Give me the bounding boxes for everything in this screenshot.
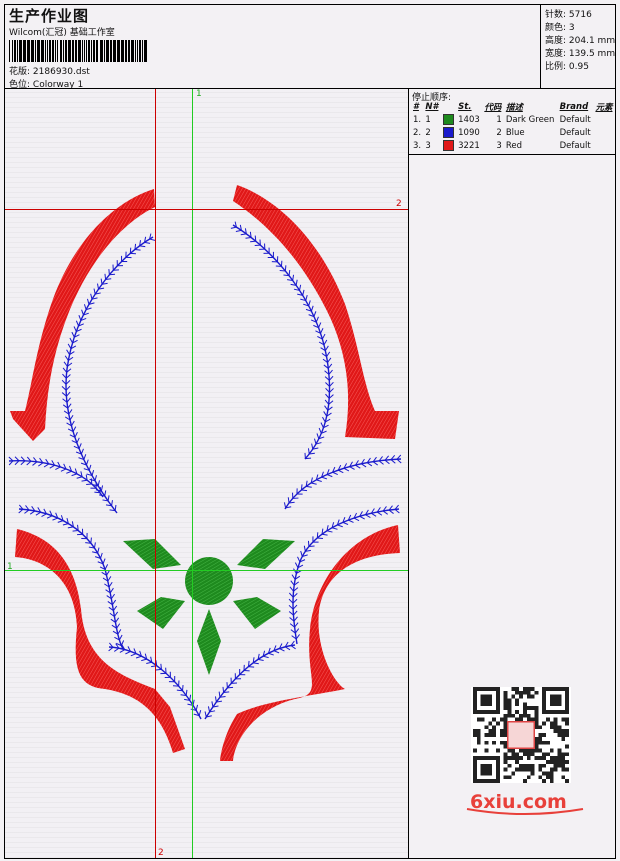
- barcode-icon: [9, 40, 147, 62]
- stat-height: 高度: 204.1 mm: [545, 33, 615, 46]
- row-brand: Default: [559, 114, 591, 125]
- embroidery-design: [8, 185, 402, 761]
- green-flower: [123, 539, 295, 675]
- guide-line-horizontal-red: [5, 209, 408, 210]
- row-code: 1: [496, 114, 502, 125]
- stop-sequence-table: # N# St. 代码 描述 Brand 元素 1. 1 1403 1 Dark…: [411, 101, 615, 152]
- header-panel: 生产作业图 Wilcom(汇冠) 基础工作室 花版: 2186930.dst 色…: [4, 4, 541, 90]
- row-stitches: 1403: [458, 114, 480, 125]
- stat-width-label: 宽度:: [545, 49, 567, 59]
- stat-colors-value: 3: [568, 23, 575, 33]
- green-swatch: [442, 114, 454, 125]
- stat-stitches-value: 5716: [568, 10, 592, 20]
- color-swatch: [441, 126, 456, 139]
- watermark-swoosh-icon: [466, 808, 584, 815]
- stats-panel: 针数: 5716 颜色: 3 高度: 204.1 mm 宽度: 139.5 mm…: [540, 4, 616, 89]
- col-stitches: St.: [458, 102, 472, 112]
- page-title: 生产作业图: [9, 7, 90, 25]
- design-file-row: 花版: 2186930.dst: [9, 64, 90, 77]
- red-swatch: [442, 140, 454, 151]
- row-stitches: 3221: [458, 140, 480, 151]
- blue-swatch: [442, 127, 454, 138]
- design-file-value: 2186930.dst: [32, 67, 90, 77]
- row-brand: Default: [559, 140, 591, 151]
- row-index: 1.: [413, 114, 422, 125]
- table-row: 1. 1 1403 1 Dark Green Default: [411, 113, 615, 126]
- qr-code-icon: [471, 687, 571, 783]
- col-number: N#: [425, 102, 439, 112]
- row-description: Blue: [505, 127, 525, 138]
- guide-label-red-bottom: 2: [158, 848, 164, 858]
- stat-scale: 比例: 0.95: [545, 59, 589, 72]
- row-code: 2: [496, 127, 502, 138]
- color-swatch: [441, 113, 456, 126]
- row-element: [593, 126, 615, 139]
- design-file-label: 花版:: [9, 67, 31, 77]
- guide-label-red-right: 2: [396, 199, 402, 209]
- stat-stitches-label: 针数:: [545, 10, 567, 20]
- guide-label-green-left: 1: [7, 562, 13, 572]
- row-element: [593, 113, 615, 126]
- col-element: 元素: [595, 103, 613, 113]
- stat-colors: 颜色: 3: [545, 20, 575, 33]
- guide-line-vertical-green: [192, 89, 193, 858]
- red-arch-left: [10, 189, 155, 441]
- row-number: 1: [425, 114, 431, 125]
- row-element: [593, 139, 615, 152]
- stat-height-label: 高度:: [545, 36, 567, 46]
- row-code: 3: [496, 140, 502, 151]
- row-index: 2.: [413, 127, 422, 138]
- row-index: 3.: [413, 140, 422, 151]
- color-swatch: [441, 139, 456, 152]
- stat-width: 宽度: 139.5 mm: [545, 46, 615, 59]
- stat-stitches: 针数: 5716: [545, 7, 592, 20]
- col-description: 描述: [505, 103, 523, 113]
- guide-label-green-top: 1: [196, 89, 202, 99]
- table-row: 3. 3 3221 3 Red Default: [411, 139, 615, 152]
- row-description: Dark Green: [505, 114, 555, 125]
- stat-scale-label: 比例:: [545, 62, 567, 72]
- stat-scale-value: 0.95: [568, 62, 589, 72]
- stop-sequence-panel: 停止顺序: # N# St. 代码 描述 Brand 元素 1. 1 1403 …: [408, 88, 616, 859]
- col-brand: Brand: [559, 102, 589, 112]
- design-canvas: 1 1 2 2: [4, 88, 409, 859]
- stat-width-value: 139.5 mm: [568, 49, 616, 59]
- col-swatch: [441, 101, 456, 113]
- software-subtitle: Wilcom(汇冠) 基础工作室: [9, 28, 115, 38]
- guide-line-vertical-red: [155, 89, 156, 858]
- col-index: #: [413, 102, 419, 112]
- row-description: Red: [505, 140, 522, 151]
- stat-colors-label: 颜色:: [545, 23, 567, 33]
- row-number: 2: [425, 127, 431, 138]
- table-divider: [409, 154, 615, 155]
- row-number: 3: [425, 140, 431, 151]
- stat-height-value: 204.1 mm: [568, 36, 616, 46]
- row-stitches: 1090: [458, 127, 480, 138]
- row-brand: Default: [559, 127, 591, 138]
- col-code: 代码: [484, 103, 502, 113]
- table-header-row: # N# St. 代码 描述 Brand 元素: [411, 101, 615, 113]
- table-row: 2. 2 1090 2 Blue Default: [411, 126, 615, 139]
- guide-line-horizontal-green: [5, 570, 408, 571]
